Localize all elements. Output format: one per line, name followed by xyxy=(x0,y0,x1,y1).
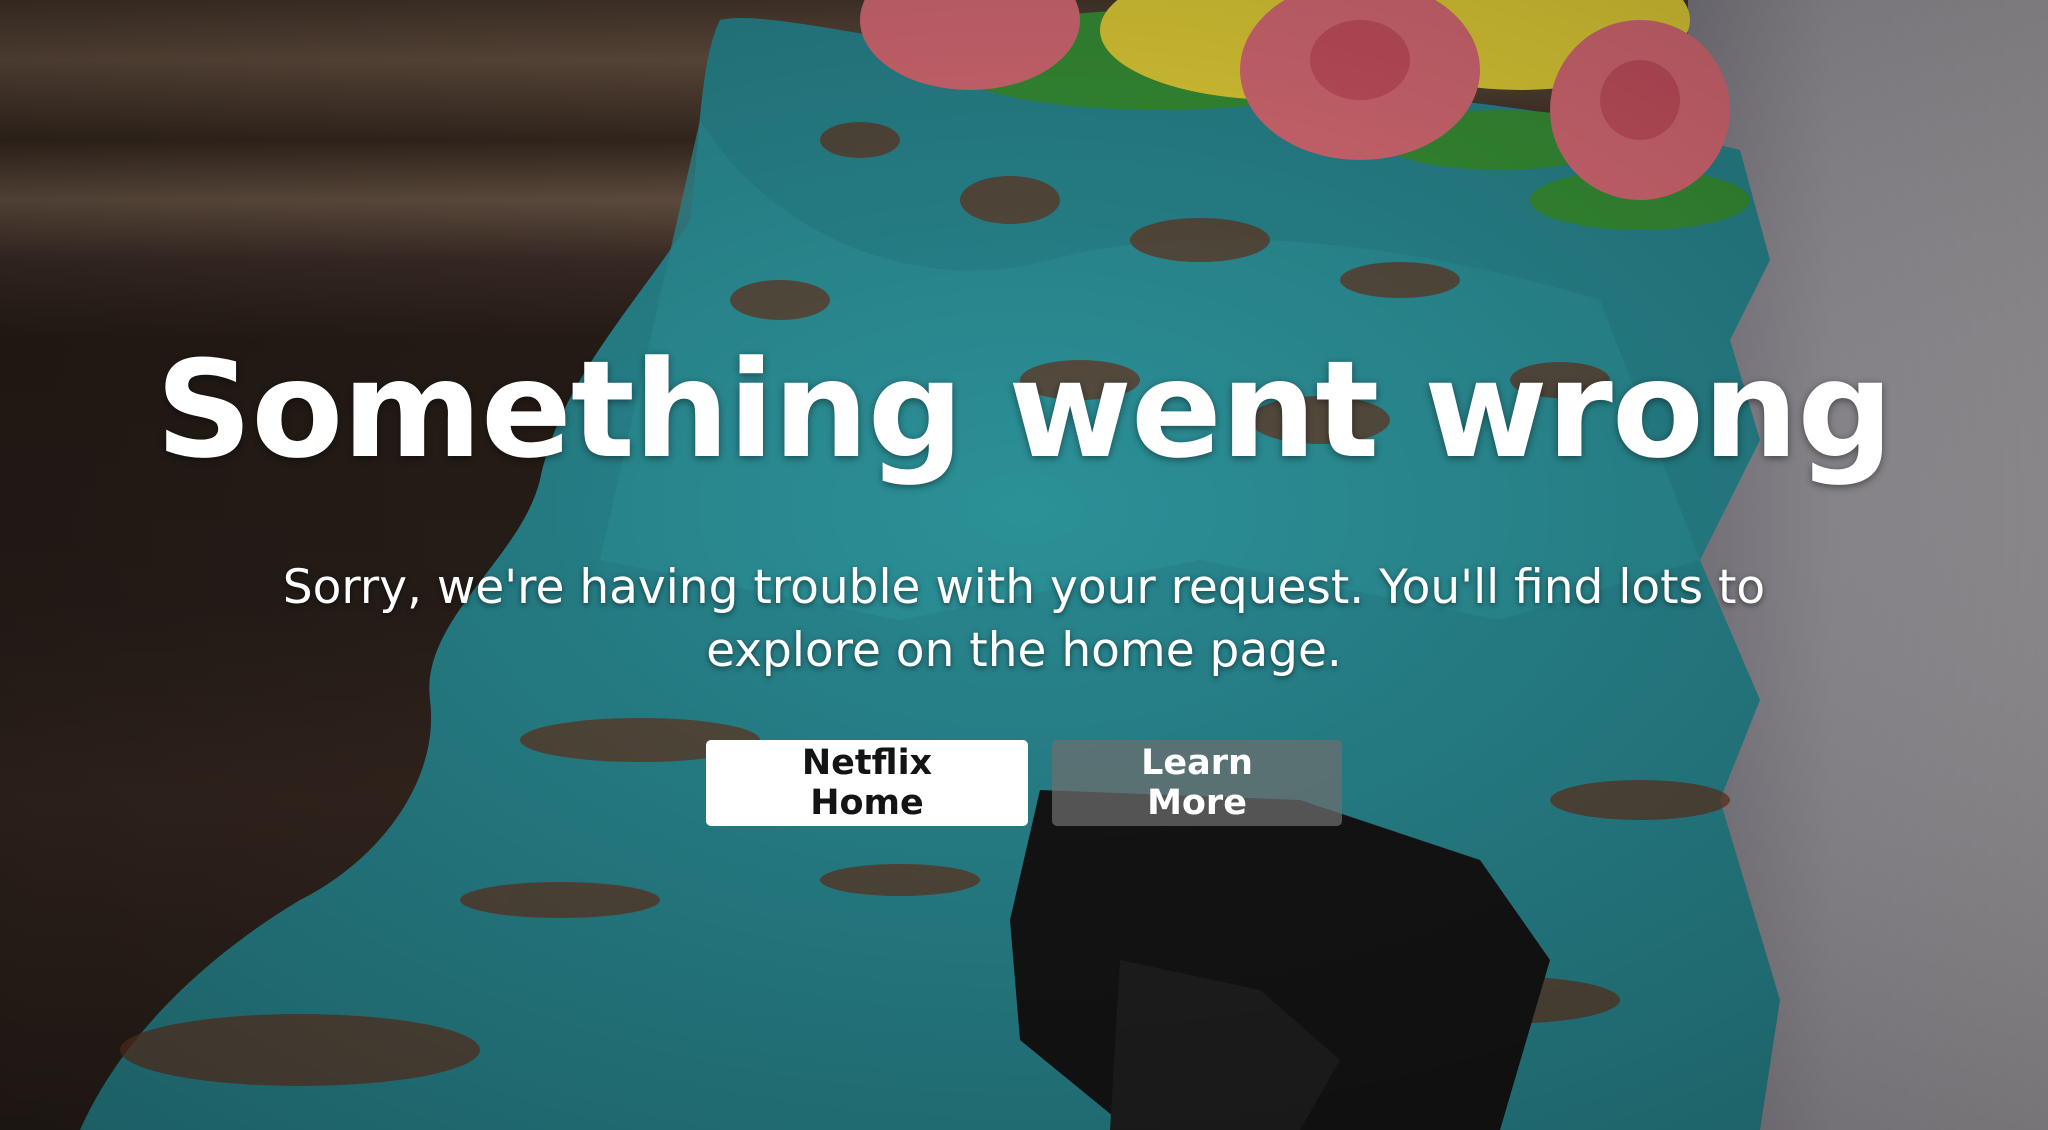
action-buttons: Netflix Home Learn More xyxy=(0,740,2048,826)
error-message: Sorry, we're having trouble with your re… xyxy=(282,560,1766,678)
error-headline: Something went wrong xyxy=(155,332,1893,488)
error-page: Something went wrong Sorry, we're having… xyxy=(0,0,2048,1130)
learn-more-button[interactable]: Learn More xyxy=(1052,740,1342,826)
error-content: Something went wrong Sorry, we're having… xyxy=(0,330,2048,826)
netflix-home-button[interactable]: Netflix Home xyxy=(706,740,1028,826)
